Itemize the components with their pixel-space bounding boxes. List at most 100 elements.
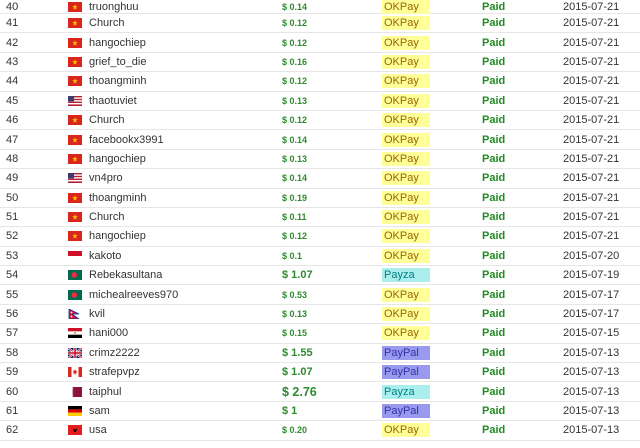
- vietnam-flag-icon: [68, 56, 82, 67]
- payment-processor: OKPay: [382, 54, 430, 69]
- vietnam-flag-icon: [68, 1, 82, 12]
- indonesia-flag-icon: [68, 250, 82, 261]
- table-row: 43 grief_to_die $ 0.16 OKPay Paid 2015-07-21: [0, 53, 640, 73]
- payment-processor: OKPay: [382, 93, 430, 108]
- payout-amount: $ 0.19: [282, 192, 308, 203]
- row-number: 45: [6, 94, 19, 107]
- payout-date: 2015-07-21: [563, 0, 620, 13]
- status-badge: Paid: [482, 327, 506, 340]
- row-number: 54: [6, 269, 19, 282]
- row-number: 55: [6, 288, 19, 301]
- payout-amount: $ 0.12: [282, 76, 308, 87]
- vietnam-flag-icon: [68, 134, 82, 145]
- payout-amount: $ 0.12: [282, 231, 308, 242]
- username: hani000: [89, 327, 129, 340]
- username: hangochiep: [89, 36, 146, 49]
- table-row: 56 kvil $ 0.13 OKPay Paid 2015-07-17: [0, 305, 640, 325]
- bangladesh-flag-icon: [68, 289, 82, 300]
- payout-amount: $ 0.13: [282, 309, 308, 320]
- payout-amount: $ 0.12: [282, 18, 308, 29]
- status-badge: Paid: [482, 288, 506, 301]
- payout-date: 2015-07-21: [563, 55, 620, 68]
- payment-processor: OKPay: [382, 326, 430, 341]
- username: kakoto: [89, 249, 122, 262]
- row-number: 44: [6, 75, 19, 88]
- payment-processor: OKPay: [382, 151, 430, 166]
- username: michealreeves970: [89, 288, 179, 301]
- payment-processor: OKPay: [382, 113, 430, 128]
- username: taiphul: [89, 385, 122, 398]
- payment-processor: OKPay: [382, 16, 430, 31]
- payout-amount: $ 1.07: [282, 269, 313, 282]
- row-number: 47: [6, 133, 19, 146]
- table-row: 42 hangochiep $ 0.12 OKPay Paid 2015-07-21: [0, 33, 640, 53]
- payout-amount: $ 0.13: [282, 153, 308, 164]
- table-row: 54 Rebekasultana $ 1.07 Payza Paid 2015-07-19: [0, 266, 640, 286]
- row-number: 41: [6, 17, 19, 30]
- table-row: 50 thoangminh $ 0.19 OKPay Paid 2015-07-21: [0, 189, 640, 208]
- status-badge: Paid: [482, 55, 506, 68]
- row-number: 52: [6, 230, 19, 243]
- nepal-flag-icon: [68, 309, 82, 320]
- status-badge: Paid: [482, 385, 506, 398]
- payment-processor: OKPay: [382, 0, 430, 14]
- table-row: 41 Church $ 0.12 OKPay Paid 2015-07-21: [0, 14, 640, 34]
- status-badge: Paid: [482, 36, 506, 49]
- status-badge: Paid: [482, 269, 506, 282]
- payout-date: 2015-07-19: [563, 269, 620, 282]
- payout-date: 2015-07-20: [563, 249, 620, 262]
- payout-date: 2015-07-21: [563, 94, 620, 107]
- username: thaotuviet: [89, 94, 137, 107]
- payment-processor: PayPal: [382, 404, 430, 418]
- status-badge: Paid: [482, 152, 506, 165]
- payment-processor: Payza: [382, 268, 430, 283]
- status-badge: Paid: [482, 230, 506, 243]
- usa-flag-icon: [68, 95, 82, 106]
- payout-amount: $ 0.1: [282, 250, 303, 261]
- status-badge: Paid: [482, 424, 506, 437]
- username: Church: [89, 211, 125, 224]
- payout-date: 2015-07-17: [563, 308, 620, 321]
- row-number: 57: [6, 327, 19, 340]
- payout-date: 2015-07-21: [563, 211, 620, 224]
- username: truonghuu: [89, 0, 139, 13]
- row-number: 61: [6, 405, 19, 417]
- username: thoangminh: [89, 75, 147, 88]
- username: vn4pro: [89, 172, 123, 185]
- row-number: 51: [6, 211, 19, 224]
- payment-processor: OKPay: [382, 307, 430, 322]
- status-badge: Paid: [482, 249, 506, 262]
- table-row: 47 facebookx3991 $ 0.14 OKPay Paid 2015-07-21: [0, 130, 640, 150]
- table-row: 49 vn4pro $ 0.14 OKPay Paid 2015-07-21: [0, 169, 640, 189]
- payment-processor: OKPay: [382, 423, 430, 438]
- username: hangochiep: [89, 152, 146, 165]
- payout-amount: $ 2.76: [282, 384, 317, 399]
- uk-flag-icon: [68, 347, 82, 358]
- status-badge: Paid: [482, 172, 506, 185]
- username: usa: [89, 424, 107, 437]
- payout-date: 2015-07-21: [563, 133, 620, 146]
- status-badge: Paid: [482, 308, 506, 321]
- payment-processor: OKPay: [382, 287, 430, 302]
- table-row: 52 hangochiep $ 0.12 OKPay Paid 2015-07-21: [0, 227, 640, 247]
- table-row: 46 Church $ 0.12 OKPay Paid 2015-07-21: [0, 111, 640, 131]
- payout-amount: $ 0.12: [282, 115, 308, 126]
- payment-processor: OKPay: [382, 190, 430, 205]
- payout-amount: $ 0.20: [282, 425, 308, 436]
- payout-amount: $ 0.16: [282, 56, 308, 67]
- username: hangochiep: [89, 230, 146, 243]
- status-badge: Paid: [482, 405, 506, 417]
- vietnam-flag-icon: [68, 37, 82, 48]
- username: Church: [89, 17, 125, 30]
- status-badge: Paid: [482, 114, 506, 127]
- payout-date: 2015-07-21: [563, 36, 620, 49]
- status-badge: Paid: [482, 75, 506, 88]
- table-row: 58 crimz2222 $ 1.55 PayPal Paid 2015-07-13: [0, 344, 640, 364]
- username: thoangminh: [89, 191, 147, 204]
- row-number: 46: [6, 114, 19, 127]
- payout-date: 2015-07-21: [563, 230, 620, 243]
- table-row: 48 hangochiep $ 0.13 OKPay Paid 2015-07-21: [0, 150, 640, 170]
- payment-processor: OKPay: [382, 210, 430, 225]
- table-row: 61 sam $ 1 PayPal Paid 2015-07-13: [0, 402, 640, 422]
- payout-date: 2015-07-13: [563, 366, 620, 379]
